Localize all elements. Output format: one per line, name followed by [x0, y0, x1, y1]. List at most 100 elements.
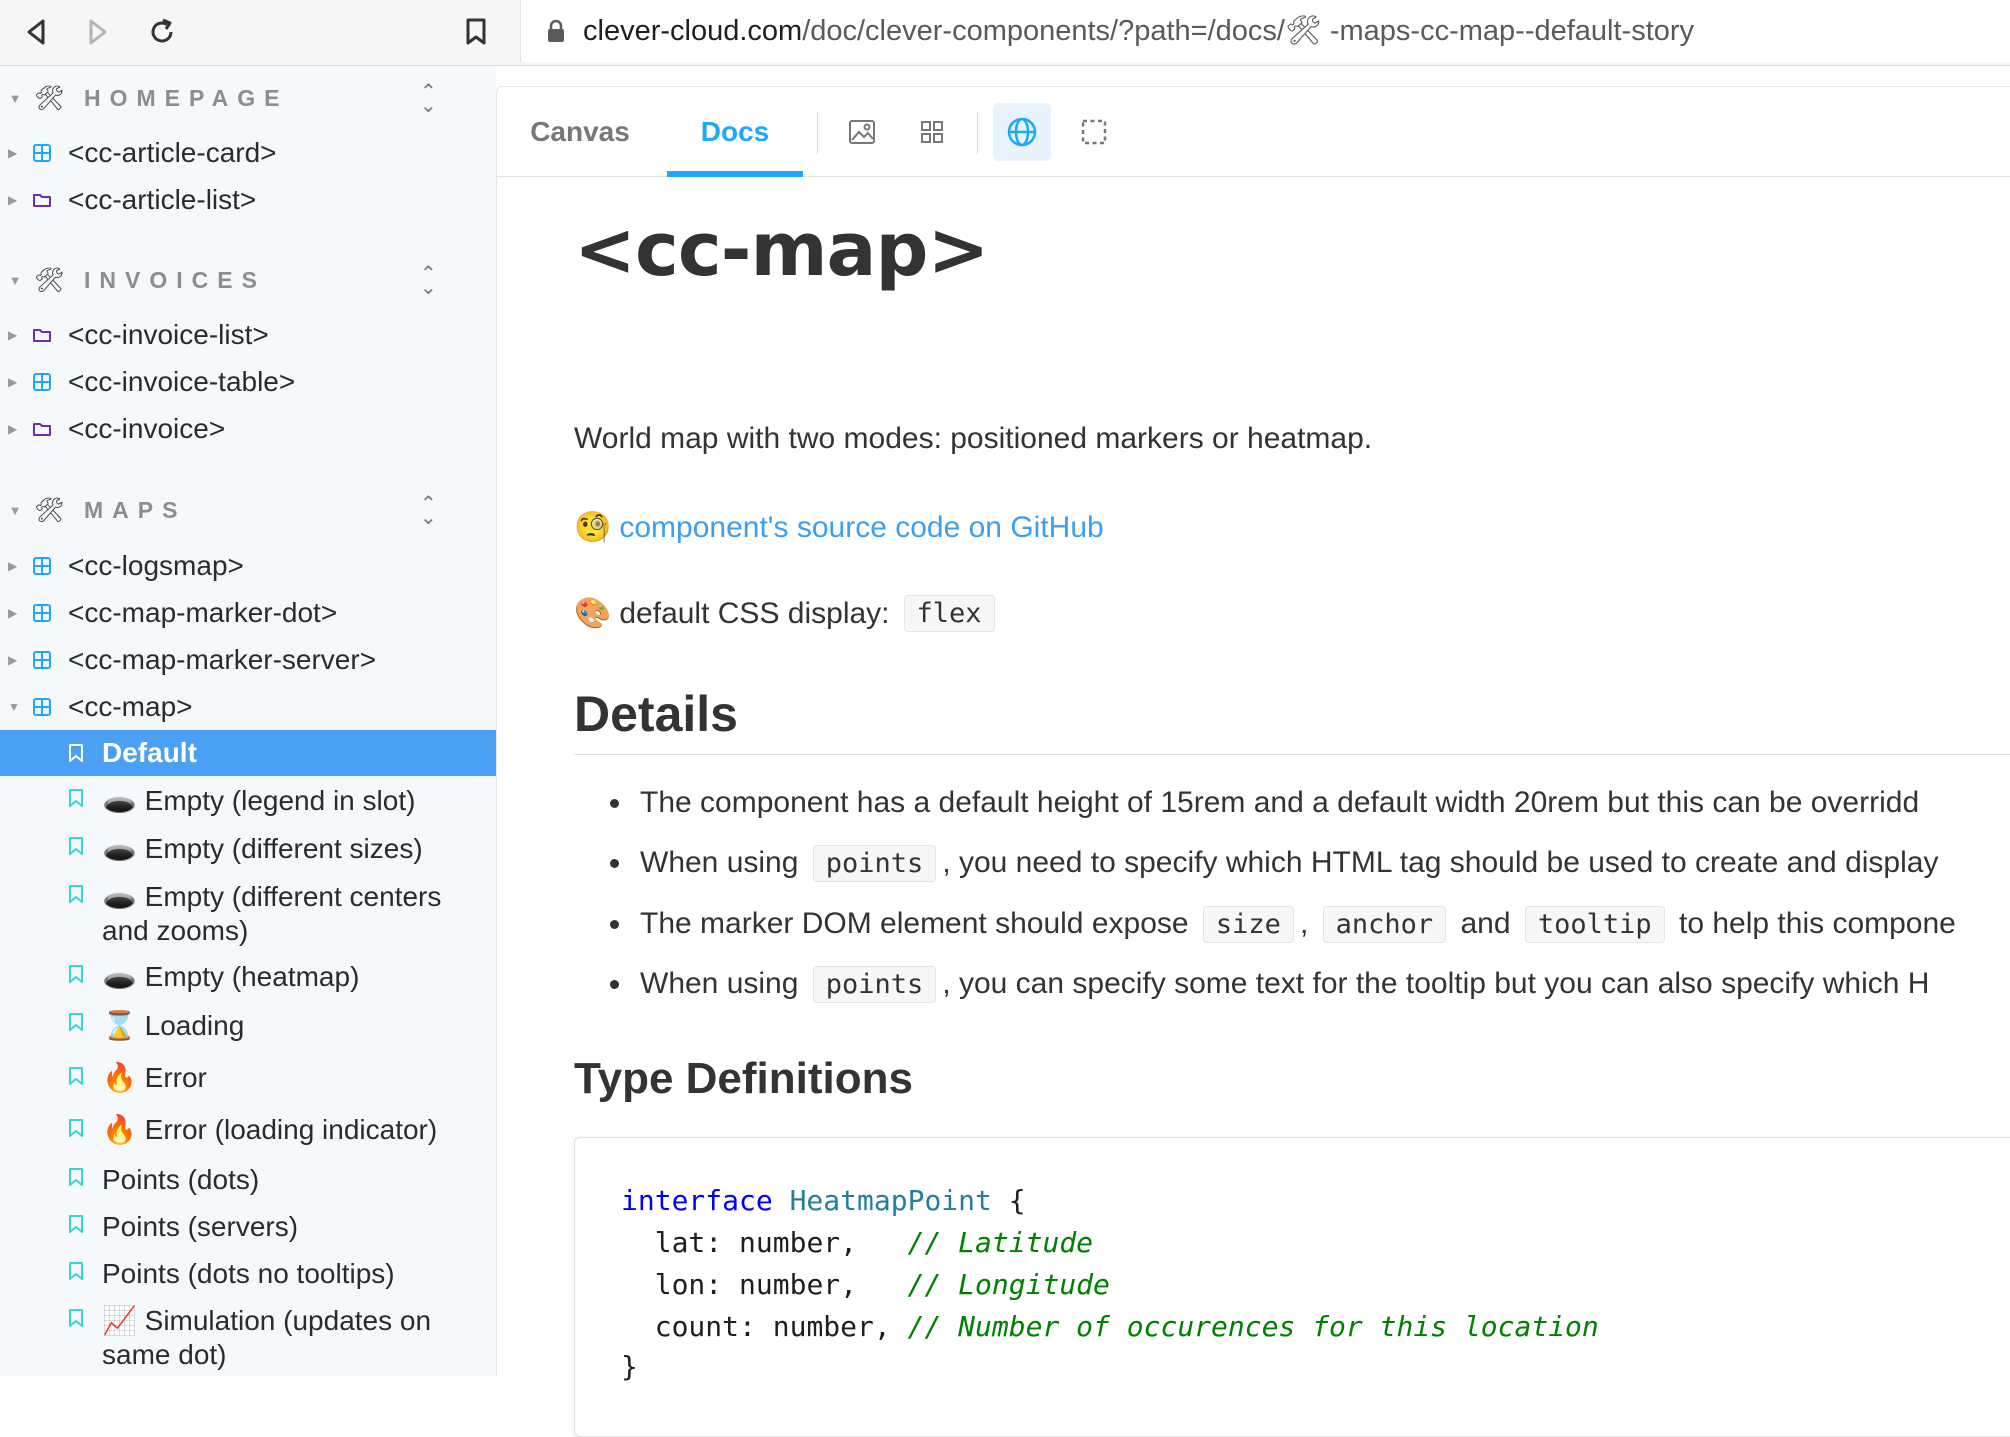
tab-canvas[interactable]: Canvas — [515, 87, 645, 177]
folder-icon — [33, 194, 51, 207]
story-label: Points (servers) — [102, 1211, 299, 1242]
list-item: The component has a default height of 15… — [574, 777, 2010, 829]
story-empty-different-sizes[interactable]: 🕳️ Empty (different sizes) — [0, 828, 496, 872]
sidebar-item-cc-invoice[interactable]: ▶ <cc-invoice> — [0, 407, 496, 451]
expand-collapse-icon[interactable]: ⌃ ⌄ — [420, 263, 437, 297]
code-field-name: count — [654, 1310, 740, 1343]
globe-icon[interactable] — [993, 103, 1051, 161]
sidebar: ▼ 🛠 HOMEPAGE ⌃ ⌄ ▶ <cc-article-card> ▶ <c… — [0, 66, 496, 1376]
bullet-text: The component has a default height of 15… — [640, 786, 1920, 819]
image-background-icon[interactable] — [833, 103, 891, 161]
story-points-dots[interactable]: Points (dots) — [0, 1159, 496, 1205]
bookmark-icon — [69, 1262, 83, 1280]
caret-right-icon: ▶ — [8, 559, 18, 573]
caret-right-icon: ▶ — [8, 375, 18, 389]
story-empty-legend-in-slot[interactable]: 🕳️ Empty (legend in slot) — [0, 780, 496, 824]
story-label: 🔥 Error — [102, 1062, 207, 1093]
story-empty-heatmap[interactable]: 🕳️ Empty (heatmap) — [0, 956, 496, 1000]
bullet-text: and — [1452, 907, 1519, 940]
reload-icon[interactable] — [144, 14, 180, 50]
inline-code: points — [812, 844, 937, 882]
bookmark-icon[interactable] — [458, 14, 494, 50]
code-line: } — [621, 1350, 638, 1383]
story-default[interactable]: Default — [0, 730, 496, 776]
sidebar-group-maps[interactable]: ▼ 🛠 MAPS ⌃ ⌄ — [0, 490, 496, 530]
sidebar-item-label: <cc-invoice-table> — [68, 366, 296, 397]
sidebar-item-cc-map-marker-dot[interactable]: ▶ <cc-map-marker-dot> — [0, 591, 496, 635]
sidebar-item-label: <cc-article-card> — [68, 137, 277, 168]
bullet-text: , you can specify some text for the tool… — [942, 967, 1930, 1000]
code-comment: // Number of occurences for this locatio… — [907, 1310, 1599, 1343]
folder-icon — [33, 329, 51, 342]
toolbar-divider — [817, 112, 818, 154]
sidebar-group-invoices[interactable]: ▼ 🛠 INVOICES ⌃ ⌄ — [0, 260, 496, 300]
bookmark-icon — [69, 1309, 83, 1327]
address-bar[interactable]: clever-cloud.com/doc/clever-components/?… — [520, 0, 2010, 62]
grid-icon[interactable] — [903, 103, 961, 161]
sidebar-item-cc-invoice-list[interactable]: ▶ <cc-invoice-list> — [0, 313, 496, 357]
component-icon — [33, 698, 51, 716]
caret-right-icon: ▶ — [8, 606, 18, 620]
sidebar-item-cc-map[interactable]: ▼ <cc-map> — [0, 685, 496, 729]
tools-icon: 🛠 — [34, 496, 65, 524]
code-field-name: lat — [654, 1226, 706, 1259]
bookmark-icon — [69, 837, 83, 855]
expand-collapse-icon[interactable]: ⌃ ⌄ — [420, 81, 437, 115]
sidebar-item-label: <cc-invoice> — [68, 413, 226, 444]
bookmark-icon — [69, 1119, 83, 1137]
code-brace: { — [991, 1184, 1026, 1217]
caret-down-icon: ▼ — [8, 502, 22, 518]
story-points-servers[interactable]: Points (servers) — [0, 1206, 496, 1252]
sidebar-item-label: <cc-map-marker-dot> — [68, 597, 338, 628]
bookmark-icon — [69, 885, 83, 903]
code-line: lat: number, // Latitude — [654, 1226, 1094, 1259]
browser-toolbar: clever-cloud.com/doc/clever-components/?… — [0, 0, 2010, 66]
outline-icon[interactable] — [1065, 103, 1123, 161]
expand-collapse-icon[interactable]: ⌃ ⌄ — [420, 493, 437, 527]
story-label: Points (dots no tooltips) — [102, 1258, 395, 1289]
caret-right-icon: ▶ — [8, 146, 18, 160]
story-label: Default — [102, 737, 197, 768]
story-points-dots-no-tooltips[interactable]: Points (dots no tooltips) — [0, 1253, 496, 1299]
github-source-link[interactable]: component's source code on GitHub — [619, 511, 1103, 545]
story-error[interactable]: 🔥 Error — [0, 1054, 496, 1104]
story-label: 🕳️ Empty (heatmap) — [102, 961, 360, 992]
code-pad — [857, 1226, 908, 1259]
story-loading[interactable]: ⌛ Loading — [0, 1004, 496, 1050]
code-field-type: number, — [772, 1310, 891, 1343]
bullet-text: The marker DOM element should expose — [640, 907, 1197, 940]
bullet-dot — [610, 919, 619, 929]
back-icon[interactable] — [18, 14, 54, 50]
bullet-text: to help this compone — [1670, 907, 1956, 940]
code-field-type: number, — [739, 1268, 858, 1301]
story-error-loading-indicator[interactable]: 🔥 Error (loading indicator) — [0, 1106, 496, 1156]
sidebar-item-label: <cc-map-marker-server> — [68, 644, 377, 675]
story-label: ⌛ Loading — [102, 1010, 245, 1041]
forward-icon[interactable] — [80, 14, 116, 50]
css-display-value: flex — [903, 595, 995, 632]
list-item: When using points, you need to specify w… — [574, 837, 2010, 889]
story-empty-different-centers-and-zooms[interactable]: 🕳️ Empty (different centers and zooms) — [0, 876, 496, 954]
sidebar-group-homepage[interactable]: ▼ 🛠 HOMEPAGE ⌃ ⌄ — [0, 78, 496, 118]
story-simulation-updates-on-same-dot[interactable]: 📈 Simulation (updates on same dot) — [0, 1300, 496, 1376]
thinking-face-icon: 🧐 — [574, 511, 612, 544]
tab-docs[interactable]: Docs — [667, 87, 803, 177]
caret-down-icon: ▼ — [8, 90, 22, 106]
sidebar-item-cc-logsmap[interactable]: ▶ <cc-logsmap> — [0, 544, 496, 588]
panel-toolbar: Canvas Docs — [497, 87, 2010, 177]
code-keyword: interface — [621, 1184, 773, 1217]
sidebar-item-cc-article-card[interactable]: ▶ <cc-article-card> — [0, 131, 496, 175]
inline-code: tooltip — [1524, 905, 1665, 943]
sidebar-item-label: <cc-invoice-list> — [68, 319, 269, 350]
sidebar-item-cc-map-marker-server[interactable]: ▶ <cc-map-marker-server> — [0, 638, 496, 682]
divider — [574, 754, 2010, 755]
type-definitions-heading: Type Definitions — [574, 1054, 913, 1103]
bullet-text: When using — [640, 846, 807, 879]
sidebar-item-cc-article-list[interactable]: ▶ <cc-article-list> — [0, 178, 496, 222]
palette-icon: 🎨 — [574, 597, 612, 630]
story-label: 🕳️ Empty (different sizes) — [102, 833, 423, 864]
bullet-dot — [610, 979, 619, 989]
page-title: <cc-map> — [574, 207, 989, 293]
sidebar-item-cc-invoice-table[interactable]: ▶ <cc-invoice-table> — [0, 360, 496, 404]
details-heading: Details — [574, 686, 738, 742]
